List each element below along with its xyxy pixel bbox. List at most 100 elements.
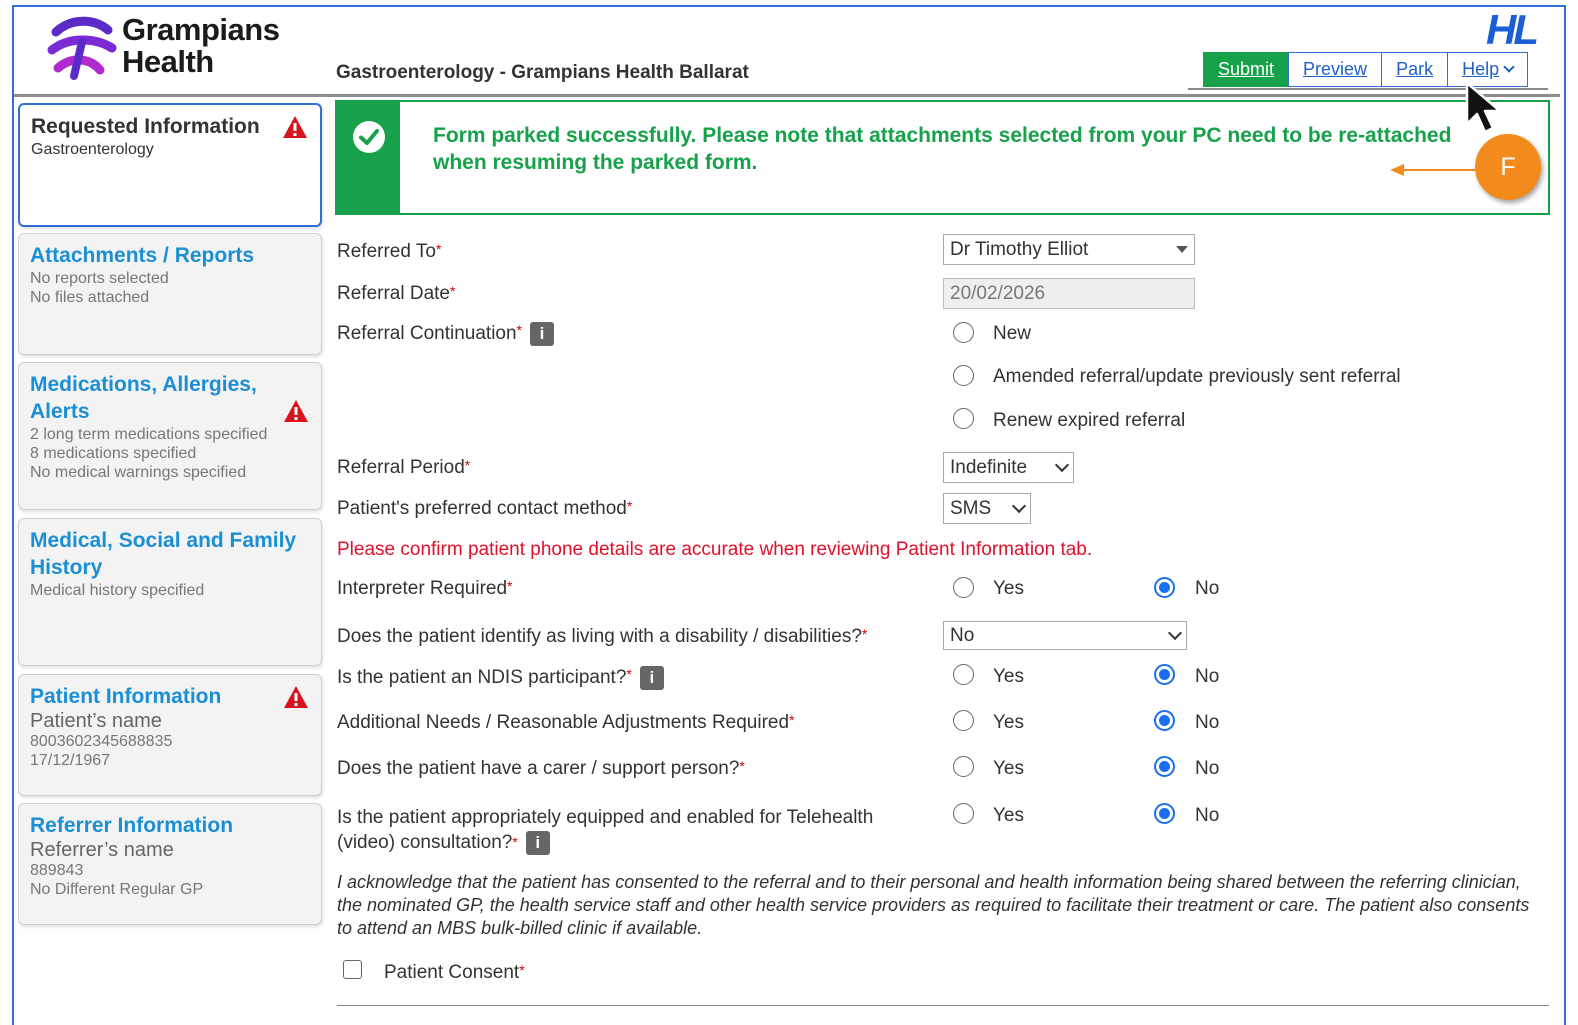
required-mark: * (512, 834, 518, 850)
check-circle-icon (353, 121, 385, 153)
sidebar-item-attachments-reports[interactable]: Attachments / Reports No reports selecte… (18, 233, 322, 355)
referred-to-label: Referred To* (337, 241, 441, 263)
sidebar-item-line: No medical warnings specified (30, 464, 247, 481)
interpreter-no-label: No (1195, 578, 1220, 599)
referred-to-value: Dr Timothy Elliot (950, 238, 1089, 260)
sidebar-item-line: 889843 (30, 862, 84, 879)
patient-consent-checkbox[interactable] (343, 960, 362, 979)
disability-label: Does the patient identify as living with… (337, 626, 867, 648)
consent-acknowledgement: I acknowledge that the patient has conse… (337, 872, 1530, 938)
continuation-new-radio[interactable] (953, 322, 974, 343)
sidebar-item-requested-information[interactable]: Requested Information Gastroenterology (18, 103, 322, 227)
contact-method-value: SMS (950, 497, 992, 519)
patient-consent-label-text: Patient Consent (384, 962, 520, 983)
sidebar-item-line: Medical history specified (30, 582, 205, 599)
required-mark: * (626, 666, 632, 682)
carer-label: Does the patient have a carer / support … (337, 758, 745, 780)
referral-period-label-text: Referral Period (337, 457, 465, 478)
additional-needs-no-radio[interactable] (1154, 710, 1175, 731)
sidebar-item-line: No Different Regular GP (30, 881, 204, 898)
referral-period-select[interactable]: Indefinite (943, 452, 1074, 483)
sidebar-item-patient-information[interactable]: Patient Information Patient’s name 80036… (18, 674, 322, 796)
required-mark: * (435, 241, 442, 257)
sidebar-item-medical-social-family-history[interactable]: Medical, Social and Family History Medic… (18, 518, 322, 666)
warning-icon (284, 686, 308, 708)
telehealth-no-radio[interactable] (1154, 803, 1175, 824)
ndis-no-label: No (1195, 666, 1220, 687)
submit-button[interactable]: Submit (1203, 52, 1290, 87)
additional-needs-no-label: No (1195, 712, 1220, 733)
sidebar-item-line: Gastroenterology (31, 141, 154, 158)
continuation-amended-label: Amended referral/update previously sent … (993, 366, 1401, 387)
required-mark: * (464, 457, 471, 473)
required-mark: * (507, 578, 513, 594)
info-icon[interactable]: i (639, 666, 664, 690)
chevron-down-icon (1503, 60, 1515, 73)
ndis-yes-radio[interactable] (953, 664, 974, 685)
sidebar-item-line: 8 medications specified (30, 445, 197, 462)
org-name-line2: Health (122, 44, 214, 79)
help-label: Help (1462, 59, 1500, 79)
sidebar-item-title: Patient Information (30, 685, 222, 708)
info-icon[interactable]: i (530, 322, 554, 346)
interpreter-yes-radio[interactable] (953, 577, 974, 598)
ndis-yes-label: Yes (993, 666, 1024, 687)
interpreter-label: Interpreter Required* (337, 578, 513, 600)
callout-badge: F (1475, 134, 1541, 200)
continuation-new-label: New (993, 323, 1032, 344)
referral-period-value: Indefinite (950, 456, 1028, 478)
interpreter-yes-label: Yes (993, 578, 1024, 599)
referral-continuation-label-text: Referral Continuation (337, 323, 517, 345)
info-icon[interactable]: i (525, 830, 550, 855)
required-mark: * (861, 626, 868, 642)
ndis-label-text: Is the patient an NDIS participant? (337, 667, 627, 689)
continuation-renew-radio[interactable] (953, 408, 974, 429)
chevron-down-icon (1167, 625, 1183, 640)
carer-label-text: Does the patient have a carer / support … (337, 758, 740, 779)
disability-label-text: Does the patient identify as living with… (337, 626, 862, 647)
referral-continuation-label: Referral Continuation* i (337, 322, 554, 346)
contact-method-label-text: Patient's preferred contact method (337, 498, 627, 519)
park-button[interactable]: Park (1381, 52, 1449, 87)
referred-to-select[interactable]: Dr Timothy Elliot (943, 234, 1195, 265)
patient-consent-label: Patient Consent* (384, 962, 525, 984)
additional-needs-label-text: Additional Needs / Reasonable Adjustment… (337, 712, 790, 733)
referral-period-label: Referral Period* (337, 457, 470, 479)
banner-message: Form parked successfully. Please note th… (433, 124, 1452, 174)
chevron-down-icon (1011, 498, 1027, 513)
sidebar-item-medications-allergies-alerts[interactable]: Medications, Allergies, Alerts 2 long te… (18, 362, 322, 510)
telehealth-label: Is the patient appropriately equipped an… (337, 805, 873, 855)
warning-icon (283, 116, 307, 138)
interpreter-no-radio[interactable] (1154, 577, 1175, 598)
banner-stripe (337, 102, 400, 213)
caret-down-icon (1176, 246, 1188, 253)
sidebar-item-title: Medical, Social and Family History (30, 529, 297, 579)
telehealth-label-line1: Is the patient appropriately equipped an… (337, 807, 874, 828)
additional-needs-yes-radio[interactable] (953, 710, 974, 731)
sidebar-item-line: No files attached (30, 289, 150, 306)
warning-icon (284, 400, 308, 422)
required-mark: * (516, 322, 522, 338)
sidebar-item-title: Medications, Allergies, Alerts (30, 373, 257, 423)
sidebar-item-referrer-information[interactable]: Referrer Information Referrer’s name 889… (18, 803, 322, 925)
disability-select[interactable]: No (943, 621, 1187, 650)
additional-needs-label: Additional Needs / Reasonable Adjustment… (337, 712, 795, 734)
telehealth-yes-radio[interactable] (953, 803, 974, 824)
carer-yes-radio[interactable] (953, 756, 974, 777)
callout-line (1402, 169, 1475, 171)
hl-logo: HL (1486, 6, 1539, 53)
header-divider (14, 94, 1560, 97)
required-mark: * (739, 758, 745, 774)
continuation-amended-radio[interactable] (953, 365, 974, 386)
referral-date-label: Referral Date* (337, 283, 455, 305)
referrer-name: Referrer’s name (30, 839, 174, 861)
ndis-no-radio[interactable] (1154, 664, 1175, 685)
carer-no-radio[interactable] (1154, 756, 1175, 777)
referral-date-value: 20/02/2026 (950, 282, 1046, 304)
required-mark: * (519, 962, 525, 978)
sidebar-item-line: No reports selected (30, 270, 169, 287)
contact-method-select[interactable]: SMS (943, 493, 1031, 524)
preview-button[interactable]: Preview (1288, 52, 1383, 87)
sidebar-item-line: 2 long term medications specified (30, 426, 268, 443)
referral-date-label-text: Referral Date (337, 283, 450, 304)
